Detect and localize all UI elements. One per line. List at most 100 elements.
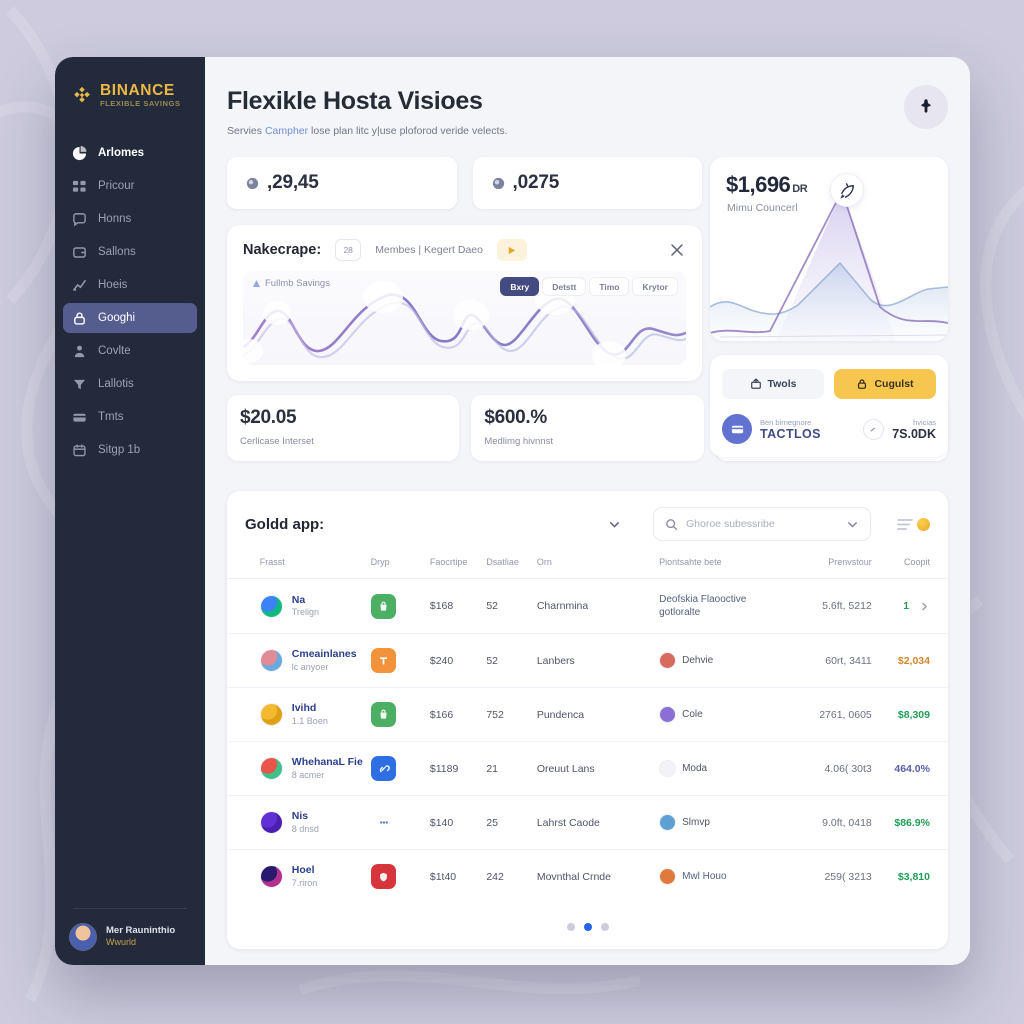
sidebar-item-hoeis[interactable]: Hoeis	[63, 270, 197, 300]
search-input[interactable]	[686, 518, 838, 530]
cell-profit: $86.9%	[871, 795, 948, 851]
summary-pill[interactable]: ,29,45	[227, 157, 457, 209]
chevron-right-icon[interactable]	[919, 601, 930, 612]
table-row[interactable]: Na Trelign $168 52 Charnmina Deofskia Fl…	[227, 578, 948, 635]
chevron-down-icon[interactable]	[846, 518, 859, 531]
action-button-row: Twols Cugulst	[722, 369, 936, 399]
cell-holder: Cole	[659, 687, 786, 743]
tools-button[interactable]: Twols	[722, 369, 824, 399]
sidebar-item-label: Arlomes	[98, 147, 145, 160]
holder-name: Deofskia Flaooctive gotloralte	[659, 594, 747, 619]
sidebar-item-label: Tmts	[98, 411, 124, 424]
stat-label: Cerlicase Interset	[240, 436, 314, 447]
cell-status: Lahrst Caode	[536, 795, 660, 851]
sidebar-item-label: Googhi	[98, 312, 136, 325]
subtitle-prefix: Servies	[227, 125, 265, 137]
cell-price: $240	[429, 633, 487, 689]
sidebar-item-covlte[interactable]: Covlte	[63, 336, 197, 366]
holder-avatar	[659, 706, 677, 724]
sidebar-nav: Arlomes Pricour Honns Sallons Hoeis Goog…	[55, 138, 205, 465]
th-type: Dryp	[370, 553, 430, 579]
asset-subtitle: 7.riron	[291, 877, 318, 888]
cell-holder: Deofskia Flaooctive gotloralte	[659, 578, 786, 635]
coin-icon	[259, 594, 283, 618]
th-asset: Frasst	[259, 553, 371, 579]
chart-card: Nakecrape: 28 Membes | Kegert Daeo Fullm…	[227, 225, 702, 381]
action-card: Twols Cugulst Ben birnegnore TACTLOS hvi…	[710, 355, 948, 457]
holder-name: Slmvp	[682, 817, 710, 829]
range-tab[interactable]: Detstt	[542, 277, 587, 296]
chart-chip[interactable]: 28	[335, 239, 362, 261]
sidebar-item-label: Covlte	[98, 345, 131, 358]
pagination-dot[interactable]	[600, 923, 609, 931]
profit-value: $3,810	[897, 870, 930, 883]
tether-icon	[379, 657, 387, 665]
sidebar-item-arlomes[interactable]: Arlomes	[63, 138, 197, 168]
search-box[interactable]	[653, 507, 871, 541]
coin-icon	[246, 177, 259, 189]
list-icon[interactable]	[897, 518, 913, 531]
table-row[interactable]: Ivihd 1.1 Boen $166 752 Pundenca Cole 27…	[227, 687, 948, 743]
pagination-dot[interactable]	[583, 923, 592, 931]
asset-subtitle: lc anyoer	[291, 661, 329, 672]
table-row[interactable]: Cmeainlanes lc anyoer $240 52 Lanbers De…	[227, 633, 948, 689]
cell-type	[370, 687, 430, 743]
sidebar-item-sallons[interactable]: Sallons	[63, 237, 197, 267]
type-badge	[370, 864, 396, 890]
sidebar-item-honns[interactable]: Honns	[63, 204, 197, 234]
cell-status: Lanbers	[536, 633, 660, 689]
cell-holder: Mwl Houo	[659, 850, 785, 904]
hero-badge[interactable]	[830, 173, 864, 207]
coin-badge-icon[interactable]	[917, 517, 930, 531]
subtitle-suffix: lose plan litc y|use ploforod veride vel…	[308, 125, 508, 137]
sidebar-item-sitgp[interactable]: Sitgp 1b	[63, 435, 197, 465]
asset-subtitle: 8 acmer	[291, 769, 325, 780]
sidebar: BINANCE FLEXIBLE SAVINGS Arlomes Pricour…	[55, 57, 205, 965]
hero-value: $1,696 DR	[726, 172, 808, 197]
cell-price: $140	[429, 795, 487, 851]
sidebar-item-pricour[interactable]: Pricour	[63, 171, 197, 201]
dashboard-icon	[72, 145, 87, 160]
cugulst-button-label: Cugulst	[874, 378, 914, 390]
profile-role: Wwurld	[106, 937, 137, 948]
stat-card[interactable]: $20.05 Cerlicase Interset	[227, 395, 460, 461]
subtitle-link[interactable]: Campher	[265, 125, 308, 137]
cell-qty: 752	[486, 687, 537, 743]
pagination-dot[interactable]	[566, 923, 575, 931]
cell-mark	[227, 795, 260, 851]
rocket-icon	[839, 182, 854, 199]
cell-asset: Nis 8 dnsd	[259, 795, 371, 851]
th-status: Orn	[536, 553, 660, 579]
sidebar-item-googhi[interactable]: Googhi	[63, 303, 197, 334]
th-profit: Coopit	[871, 553, 948, 579]
table-row[interactable]: Nis 8 dnsd $140 25 Lahrst Caode Slmvp 9.…	[227, 795, 948, 851]
sidebar-profile[interactable]: Mer Rauninthio Wwurld	[55, 923, 205, 951]
assets-table: Frasst Dryp Faocrtipe Dsatliae Orn Piont…	[227, 553, 948, 903]
hero-label: Mimu Councerl	[727, 202, 798, 214]
chevron-down-icon[interactable]	[608, 518, 621, 531]
table-head: Frasst Dryp Faocrtipe Dsatliae Orn Piont…	[227, 553, 948, 579]
cugulst-button[interactable]: Cugulst	[834, 369, 936, 399]
table-row[interactable]: Hoel 7.riron $1t40 242 Movnthal Crnde Mw…	[227, 850, 948, 904]
brand-logo-block: BINANCE FLEXIBLE SAVINGS	[55, 82, 205, 108]
close-icon[interactable]	[668, 241, 686, 259]
topbar-avatar-button[interactable]	[904, 85, 948, 129]
table-row[interactable]: WhehanaL Fie 8 acmer $1189 21 Oreuut Lan…	[227, 741, 948, 797]
sidebar-item-tmts[interactable]: Tmts	[63, 402, 197, 432]
chat-icon	[73, 212, 86, 227]
calendar-icon	[73, 444, 86, 456]
card-icon	[731, 425, 743, 433]
summary-pill[interactable]: ,0275	[472, 157, 702, 209]
range-tab[interactable]: Timo	[589, 277, 630, 296]
range-tab[interactable]: Krytor	[632, 277, 678, 296]
cell-status: Charnmina	[536, 578, 660, 635]
sidebar-item-lallotis[interactable]: Lallotis	[63, 369, 197, 399]
stat-card[interactable]: $600.% Medlimg hivnnst	[471, 395, 704, 461]
coin-icon	[259, 865, 283, 889]
play-button[interactable]	[496, 239, 527, 261]
cell-qty: 25	[486, 795, 537, 851]
sidebar-item-label: Hoeis	[98, 279, 128, 292]
filter-icon	[73, 379, 86, 389]
range-tab[interactable]: Bxry	[500, 277, 540, 296]
